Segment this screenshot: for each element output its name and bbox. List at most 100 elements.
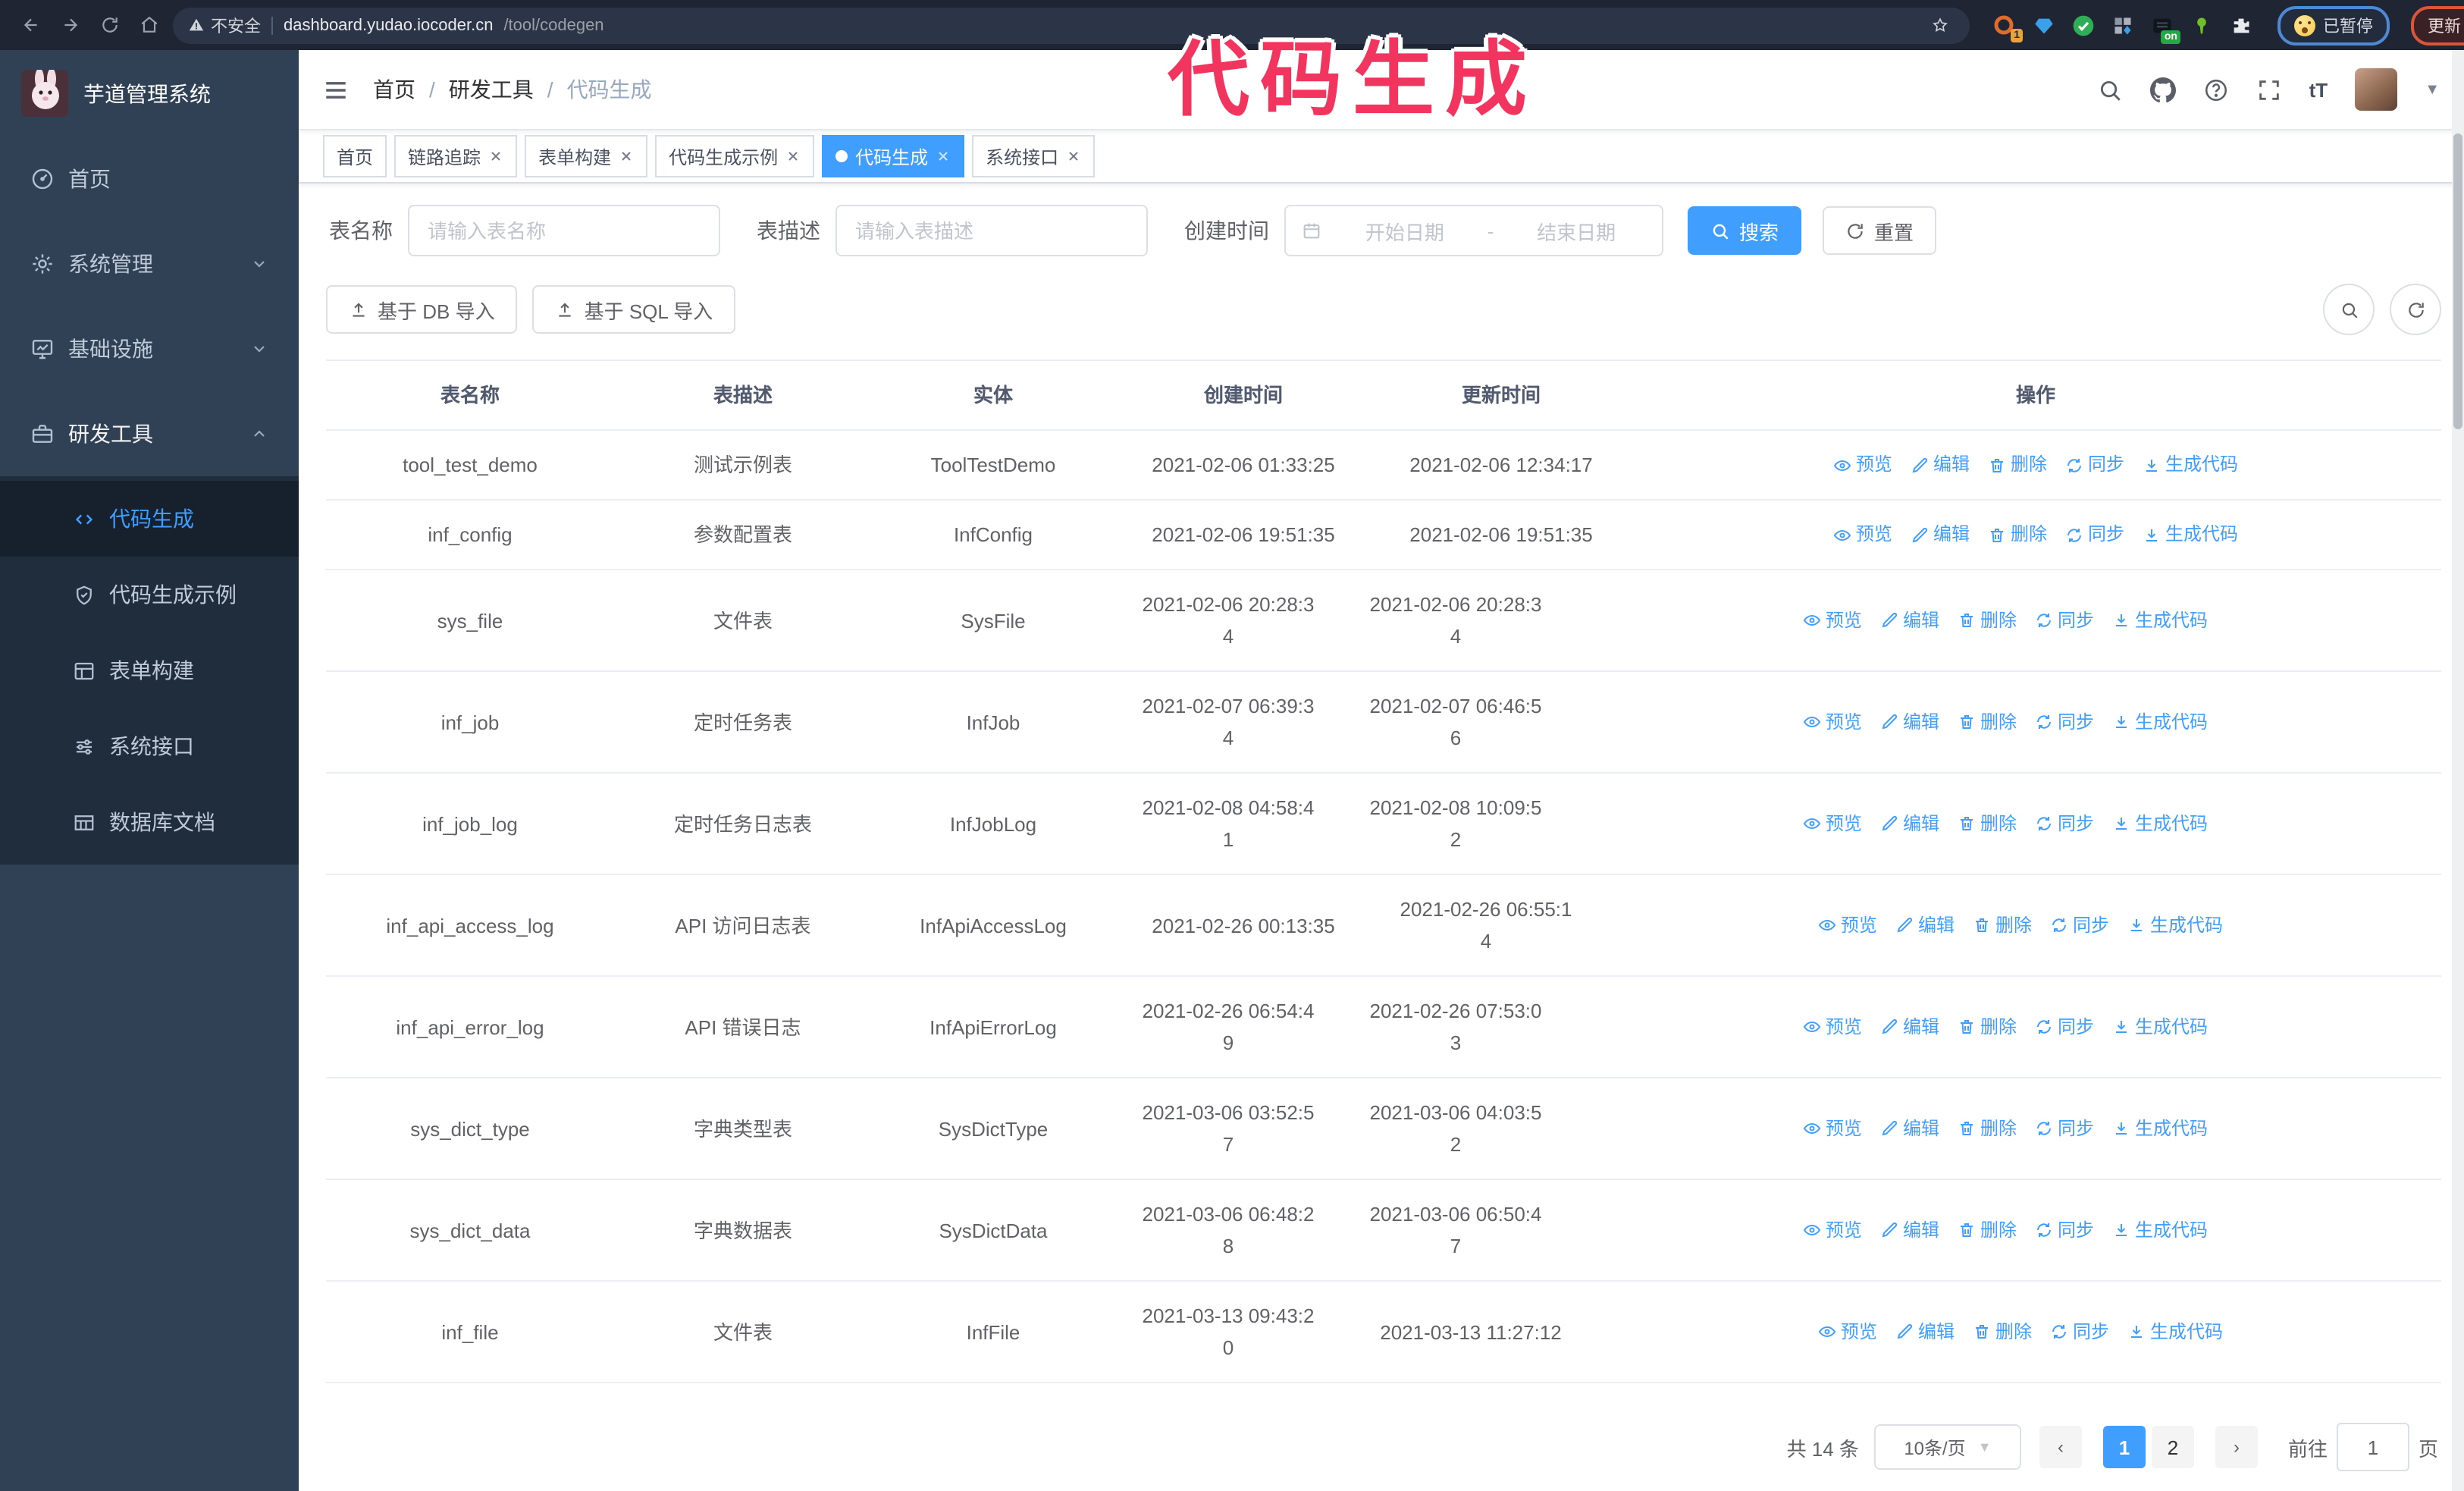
- page-size-select[interactable]: 10条/页 ▼: [1873, 1424, 2021, 1470]
- edit-action[interactable]: 编辑: [1895, 909, 1955, 941]
- sidebar-item-home[interactable]: 首页: [0, 137, 299, 221]
- prev-page-button[interactable]: ‹: [2039, 1426, 2082, 1468]
- page-button-2[interactable]: 2: [2151, 1426, 2194, 1468]
- preview-action[interactable]: 预览: [1818, 909, 1877, 941]
- refresh-table-button[interactable]: [2390, 284, 2441, 335]
- tab-0[interactable]: 首页: [323, 135, 387, 177]
- forward-icon[interactable]: [55, 10, 85, 40]
- sidebar-item-devtools[interactable]: 研发工具: [0, 391, 299, 476]
- tab-5[interactable]: 系统接口: [972, 135, 1096, 177]
- ext-dark-on-icon[interactable]: on: [2149, 12, 2180, 44]
- caret-down-icon[interactable]: ▼: [2425, 81, 2440, 98]
- delete-action[interactable]: 删除: [1988, 449, 2047, 481]
- sync-action[interactable]: 同步: [2035, 808, 2094, 840]
- edit-action[interactable]: 编辑: [1911, 449, 1970, 481]
- preview-action[interactable]: 预览: [1803, 1113, 1862, 1144]
- next-page-button[interactable]: ›: [2215, 1426, 2258, 1468]
- generate-code-action[interactable]: 生成代码: [2127, 1316, 2223, 1348]
- sync-action[interactable]: 同步: [2035, 706, 2094, 738]
- preview-action[interactable]: 预览: [1833, 449, 1892, 481]
- app-logo-row[interactable]: 芋道管理系统: [0, 50, 299, 137]
- window-scrollbar[interactable]: [2452, 50, 2464, 1491]
- generate-code-action[interactable]: 生成代码: [2112, 706, 2208, 738]
- sync-action[interactable]: 同步: [2035, 1011, 2094, 1043]
- delete-action[interactable]: 删除: [1958, 1011, 2017, 1043]
- sync-action[interactable]: 同步: [2065, 519, 2124, 551]
- delete-action[interactable]: 删除: [1958, 808, 2017, 840]
- start-date-placeholder[interactable]: 开始日期: [1334, 216, 1475, 245]
- toggle-search-button[interactable]: [2323, 284, 2375, 335]
- delete-action[interactable]: 删除: [1973, 1316, 2032, 1348]
- sidebar-item-codegen[interactable]: 代码生成: [0, 481, 299, 557]
- preview-action[interactable]: 预览: [1803, 1011, 1862, 1043]
- sidebar-item-db-doc[interactable]: 数据库文档: [0, 784, 299, 860]
- avatar[interactable]: [2355, 68, 2398, 111]
- github-icon[interactable]: [2149, 77, 2176, 102]
- edit-action[interactable]: 编辑: [1895, 1316, 1955, 1348]
- generate-code-action[interactable]: 生成代码: [2127, 909, 2223, 941]
- goto-page-input[interactable]: [2336, 1423, 2409, 1471]
- generate-code-action[interactable]: 生成代码: [2112, 604, 2208, 636]
- sync-action[interactable]: 同步: [2050, 1316, 2109, 1348]
- sync-action[interactable]: 同步: [2035, 1113, 2094, 1144]
- table-name-input[interactable]: [408, 205, 720, 256]
- delete-action[interactable]: 删除: [1958, 604, 2017, 636]
- page-button-1[interactable]: 1: [2102, 1426, 2146, 1468]
- reload-icon[interactable]: [94, 10, 124, 40]
- preview-action[interactable]: 预览: [1833, 519, 1892, 551]
- sync-action[interactable]: 同步: [2050, 909, 2109, 941]
- delete-action[interactable]: 删除: [1988, 519, 2047, 551]
- date-range-picker[interactable]: 开始日期 - 结束日期: [1284, 205, 1663, 256]
- preview-action[interactable]: 预览: [1803, 604, 1862, 636]
- tab-close-icon[interactable]: [619, 149, 634, 164]
- tab-4[interactable]: 代码生成: [822, 135, 965, 177]
- ext-orange-icon[interactable]: 1: [1991, 12, 2023, 42]
- preview-action[interactable]: 预览: [1803, 1214, 1862, 1246]
- edit-action[interactable]: 编辑: [1880, 1214, 1939, 1246]
- reset-button[interactable]: 重置: [1823, 206, 1937, 255]
- import-db-button[interactable]: 基于 DB 导入: [326, 285, 518, 334]
- generate-code-action[interactable]: 生成代码: [2143, 449, 2238, 481]
- tab-2[interactable]: 表单构建: [525, 135, 648, 177]
- tab-3[interactable]: 代码生成示例: [655, 135, 815, 177]
- breadcrumb-home[interactable]: 首页: [373, 74, 415, 105]
- help-icon[interactable]: [2203, 77, 2229, 102]
- paused-button[interactable]: 已暂停: [2277, 5, 2390, 45]
- sidebar-item-form-builder[interactable]: 表单构建: [0, 632, 299, 708]
- ext-tiles-icon[interactable]: [2109, 12, 2135, 38]
- import-sql-button[interactable]: 基于 SQL 导入: [532, 285, 736, 334]
- delete-action[interactable]: 删除: [1958, 1113, 2017, 1144]
- sync-action[interactable]: 同步: [2035, 604, 2094, 636]
- preview-action[interactable]: 预览: [1803, 706, 1862, 738]
- ext-check-icon[interactable]: [2070, 12, 2096, 38]
- scrollbar-thumb[interactable]: [2453, 133, 2462, 429]
- generate-code-action[interactable]: 生成代码: [2143, 519, 2238, 551]
- not-secure-warning[interactable]: 不安全: [188, 13, 261, 37]
- tab-close-icon[interactable]: [936, 149, 951, 164]
- tab-close-icon[interactable]: [785, 149, 801, 164]
- home-icon[interactable]: [133, 10, 164, 40]
- generate-code-action[interactable]: 生成代码: [2112, 1214, 2208, 1246]
- tab-close-icon[interactable]: [488, 149, 503, 164]
- tab-close-icon[interactable]: [1066, 149, 1081, 164]
- generate-code-action[interactable]: 生成代码: [2112, 1011, 2208, 1043]
- search-icon[interactable]: [2097, 77, 2123, 102]
- sync-action[interactable]: 同步: [2065, 449, 2124, 481]
- sidebar-item-system[interactable]: 系统管理: [0, 221, 299, 306]
- search-button[interactable]: 搜索: [1688, 206, 1802, 255]
- preview-action[interactable]: 预览: [1818, 1316, 1877, 1348]
- address-bar[interactable]: 不安全 dashboard.yudao.iocoder.cn/tool/code…: [173, 7, 1970, 43]
- delete-action[interactable]: 删除: [1973, 909, 2032, 941]
- breadcrumb-devtools[interactable]: 研发工具: [449, 74, 534, 105]
- fullscreen-icon[interactable]: [2256, 77, 2282, 102]
- tab-1[interactable]: 链路追踪: [394, 135, 518, 177]
- preview-action[interactable]: 预览: [1803, 808, 1862, 840]
- collapse-menu-icon[interactable]: [323, 77, 349, 102]
- sidebar-item-system-api[interactable]: 系统接口: [0, 708, 299, 784]
- font-size-icon[interactable]: tT: [2309, 78, 2328, 101]
- delete-action[interactable]: 删除: [1958, 1214, 2017, 1246]
- edit-action[interactable]: 编辑: [1880, 808, 1939, 840]
- end-date-placeholder[interactable]: 结束日期: [1506, 216, 1647, 245]
- update-button[interactable]: 更新 ⋮: [2411, 5, 2464, 45]
- delete-action[interactable]: 删除: [1958, 706, 2017, 738]
